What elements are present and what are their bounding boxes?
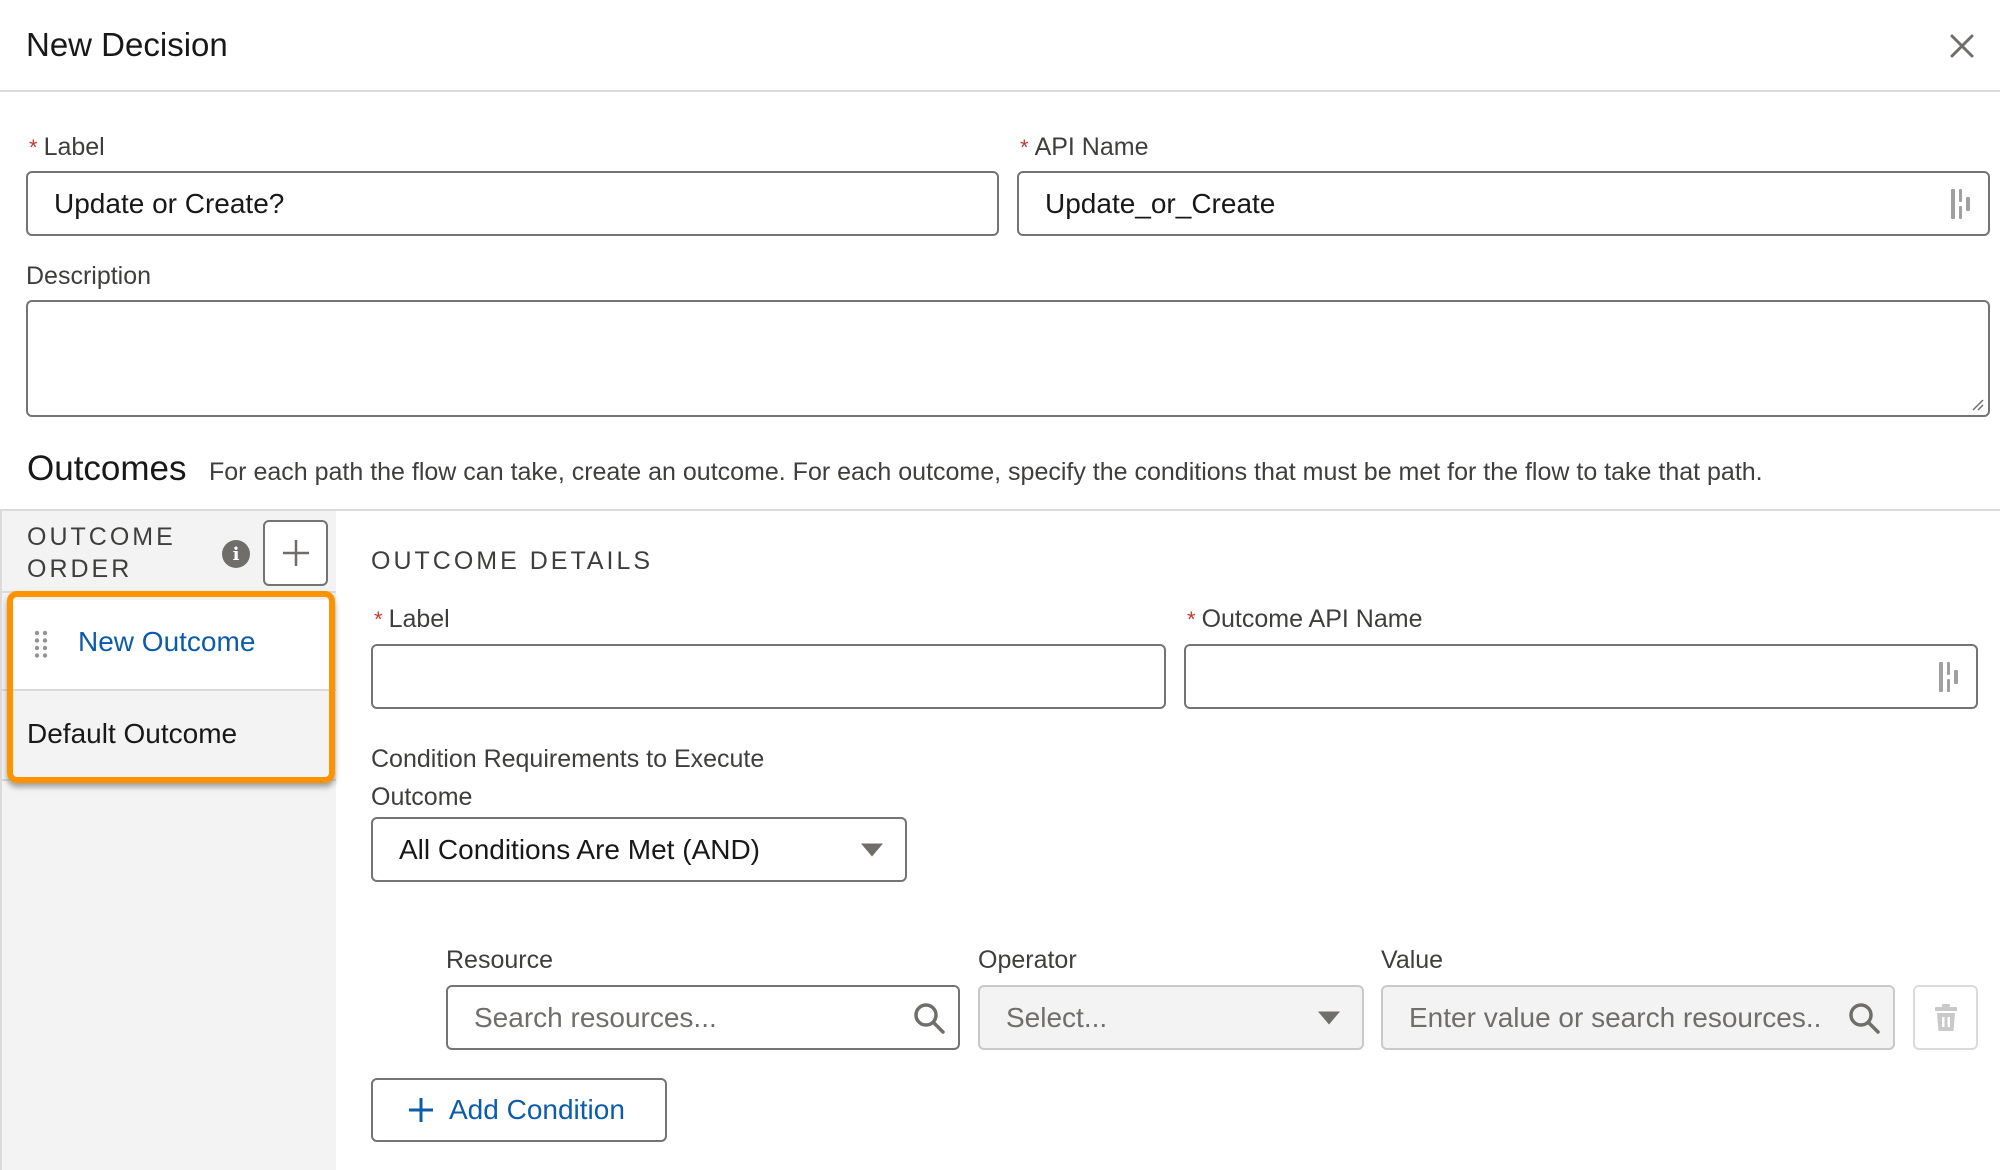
outcome-details-heading: OUTCOME DETAILS <box>371 547 654 575</box>
modal-header <box>0 0 2000 92</box>
outcome-order-heading: OUTCOME ORDER <box>27 521 176 585</box>
label-field-label: * Label <box>29 133 105 162</box>
condition-requirements-select[interactable]: All Conditions Are Met (AND) <box>371 817 907 882</box>
value-placeholder: Enter value or search resources.. <box>1409 1001 1822 1033</box>
value-label: Value <box>1381 946 1444 974</box>
close-icon <box>1950 34 1974 58</box>
description-label: Description <box>26 262 152 290</box>
outcome-label-input[interactable] <box>371 644 1166 709</box>
outcome-order-heading-line1: OUTCOME <box>27 523 176 551</box>
plus-icon <box>282 540 309 566</box>
label-input-value: Update or Create? <box>54 187 285 219</box>
search-icon <box>914 1002 945 1034</box>
trash-icon <box>1934 1003 1957 1031</box>
required-marker: * <box>374 607 383 632</box>
outcomes-description: For each path the flow can take, create … <box>209 458 1763 486</box>
add-outcome-button[interactable] <box>263 520 328 586</box>
label-input[interactable]: Update or Create? <box>26 171 999 236</box>
condition-requirements-label-line1: Condition Requirements to Execute <box>371 745 765 773</box>
operator-label: Operator <box>978 946 1077 974</box>
drag-handle-icon[interactable] <box>34 630 48 658</box>
plus-icon <box>409 1098 433 1122</box>
condition-requirements-label: Condition Requirements to Execute Outcom… <box>371 740 764 816</box>
api-name-field-label: * API Name <box>1020 133 1149 162</box>
operator-placeholder: Select... <box>1006 1001 1108 1033</box>
close-button[interactable] <box>1942 26 1982 66</box>
outcome-order-heading-line2: ORDER <box>27 555 133 583</box>
resource-search-input[interactable]: Search resources... <box>446 985 960 1050</box>
resize-handle-icon[interactable] <box>1970 397 1984 411</box>
outcome-label-field-label: * Label <box>374 605 450 634</box>
resource-label: Resource <box>446 946 553 974</box>
outcome-item-label[interactable]: New Outcome <box>78 626 255 658</box>
sidebar-divider <box>0 779 336 781</box>
api-name-label-text: API Name <box>1034 133 1149 161</box>
add-condition-button[interactable]: Add Condition <box>371 1078 667 1142</box>
outcomes-title: Outcomes <box>27 449 187 488</box>
outcome-api-name-input[interactable] <box>1184 644 1978 709</box>
label-text: Label <box>43 133 105 161</box>
api-name-input-value: Update_or_Create <box>1045 187 1276 219</box>
condition-requirements-value: All Conditions Are Met (AND) <box>399 833 761 865</box>
operator-select[interactable]: Select... <box>978 985 1364 1050</box>
merge-field-icon[interactable] <box>1948 187 1974 221</box>
required-marker: * <box>1020 135 1029 160</box>
required-marker: * <box>29 135 38 160</box>
modal-title: New Decision <box>26 26 228 63</box>
chevron-down-icon <box>1318 1011 1340 1024</box>
chevron-down-icon <box>861 843 883 856</box>
merge-field-icon[interactable] <box>1936 660 1962 694</box>
outcome-api-name-text: Outcome API Name <box>1201 605 1423 633</box>
api-name-input[interactable]: Update_or_Create <box>1017 171 1990 236</box>
outcome-api-name-field-label: * Outcome API Name <box>1187 605 1423 634</box>
required-marker: * <box>1187 607 1196 632</box>
delete-condition-button[interactable] <box>1913 985 1978 1050</box>
resource-placeholder: Search resources... <box>474 1001 717 1033</box>
value-input[interactable]: Enter value or search resources.. <box>1381 985 1895 1050</box>
description-textarea[interactable] <box>26 300 1990 417</box>
outcome-item-label[interactable]: Default Outcome <box>27 718 237 750</box>
search-icon <box>1849 1002 1880 1034</box>
outcome-label-text: Label <box>388 605 450 633</box>
condition-requirements-label-line2: Outcome <box>371 783 473 811</box>
add-condition-label: Add Condition <box>449 1094 625 1125</box>
sidebar-divider <box>0 591 336 593</box>
info-icon[interactable]: i <box>222 540 250 568</box>
